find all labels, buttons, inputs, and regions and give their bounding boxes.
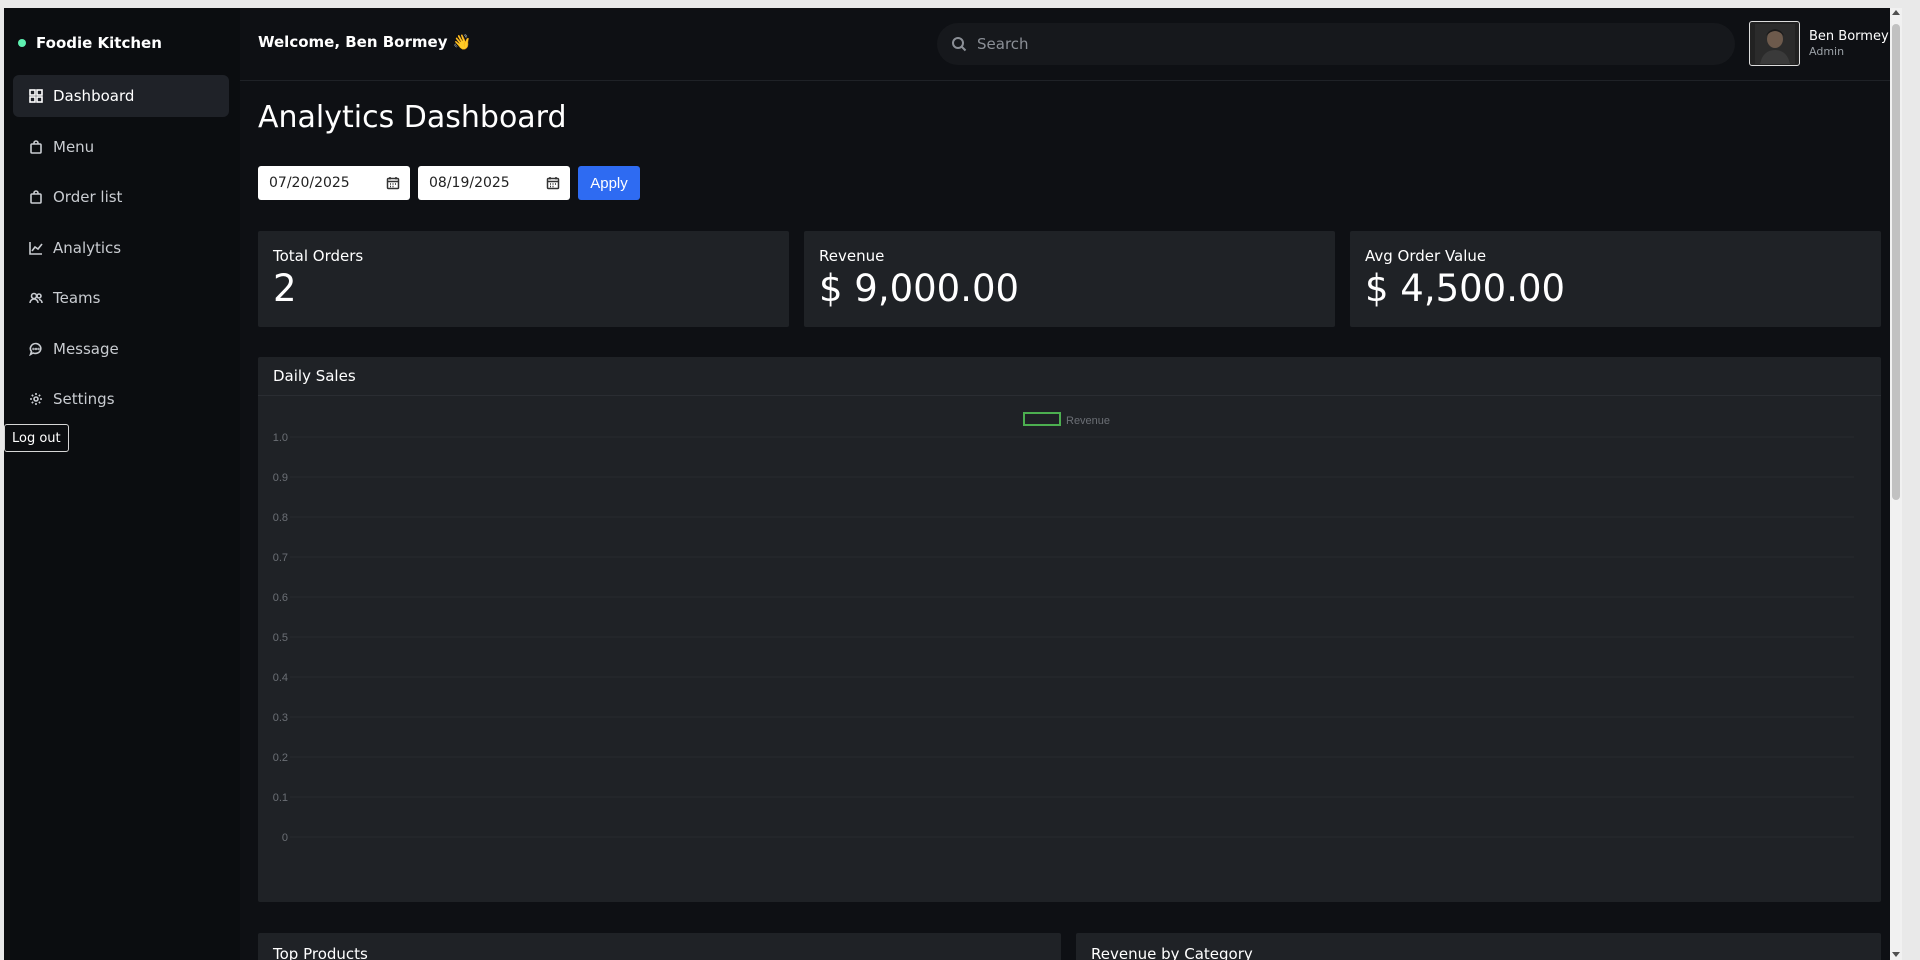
- legend-swatch: [1023, 412, 1061, 426]
- y-tick-label: 0.2: [273, 752, 288, 764]
- revenue-card: Revenue $ 9,000.00: [804, 231, 1335, 327]
- y-tick-label: 0.3: [273, 712, 288, 724]
- card-label: Avg Order Value: [1365, 247, 1487, 265]
- y-tick-label: 0: [282, 832, 288, 844]
- sidebar-item-order-list[interactable]: Order list: [13, 176, 229, 218]
- page-title: Analytics Dashboard: [258, 100, 567, 135]
- card-value: 2: [273, 267, 297, 310]
- avatar[interactable]: [1749, 21, 1800, 66]
- date-filters: 07/20/2025 08/19/2025 Apply: [258, 166, 640, 200]
- app-window: Foodie Kitchen Dashboard Menu Order list…: [4, 8, 1902, 960]
- user-role: Admin: [1809, 45, 1845, 58]
- top-products-panel: Top Products: [258, 933, 1061, 960]
- sidebar-item-label: Dashboard: [53, 87, 135, 105]
- y-tick-label: 1.0: [273, 432, 288, 444]
- y-tick-label: 0.5: [273, 632, 288, 644]
- y-tick-label: 0.7: [273, 552, 288, 564]
- search-icon: [952, 37, 967, 52]
- sidebar-item-label: Teams: [53, 289, 101, 307]
- y-tick-label: 0.9: [273, 472, 288, 484]
- brand: Foodie Kitchen: [18, 34, 162, 52]
- bag-icon: [29, 139, 43, 154]
- daily-sales-chart: 0 0.1 0.2 0.3 0.4 0.5 0.6 0.7 0.8 0.9 1.0 Revenue: [273, 412, 1854, 844]
- avg-order-value-card: Avg Order Value $ 4,500.00: [1350, 231, 1881, 327]
- daily-sales-panel: Daily Sales 0 0.1 0.2 0.3 0.4 0.5 0.6 0.7 0.8 0.9…: [258, 357, 1881, 902]
- sidebar-item-settings[interactable]: Settings: [13, 378, 229, 420]
- sidebar-item-label: Message: [53, 339, 119, 358]
- sidebar-nav: Dashboard Menu Order list Analytics Team…: [13, 75, 229, 429]
- y-tick-label: 0.1: [273, 792, 288, 804]
- brand-dot-icon: [18, 39, 26, 47]
- user-profile[interactable]: Ben Bormey Admin: [1749, 21, 1889, 66]
- sidebar-item-label: Order list: [53, 188, 123, 206]
- panel-title: Top Products: [273, 945, 368, 960]
- panel-title: Daily Sales: [258, 357, 1881, 396]
- sidebar-item-analytics[interactable]: Analytics: [13, 227, 229, 269]
- card-label: Total Orders: [273, 247, 364, 265]
- users-icon: [29, 291, 43, 305]
- panel-title: Revenue by Category: [1091, 945, 1253, 960]
- start-date-input[interactable]: 07/20/2025: [258, 166, 410, 200]
- card-value: $ 9,000.00: [819, 267, 1020, 310]
- search-input[interactable]: [977, 35, 1677, 53]
- search-bar[interactable]: [937, 23, 1735, 65]
- end-date-input[interactable]: 08/19/2025: [418, 166, 570, 200]
- card-label: Revenue: [819, 247, 885, 265]
- sidebar-item-menu[interactable]: Menu: [13, 126, 229, 168]
- grid-icon: [29, 89, 43, 103]
- end-date-value: 08/19/2025: [429, 175, 510, 191]
- revenue-by-category-panel: Revenue by Category: [1076, 933, 1881, 960]
- user-info: Ben Bormey Admin: [1809, 29, 1889, 58]
- logout-button[interactable]: Log out: [4, 424, 69, 452]
- bag-icon: [29, 190, 43, 204]
- calendar-icon[interactable]: [546, 176, 560, 190]
- calendar-icon[interactable]: [386, 176, 400, 190]
- sidebar-item-label: Menu: [53, 137, 95, 156]
- sidebar: Foodie Kitchen Dashboard Menu Order list…: [4, 8, 240, 960]
- sidebar-item-label: Analytics: [53, 238, 122, 257]
- welcome-message: Welcome, Ben Bormey 👋: [258, 33, 472, 51]
- y-tick-label: 0.6: [273, 592, 288, 604]
- stat-cards: Total Orders 2 Revenue $ 9,000.00 Avg Or…: [258, 231, 1881, 327]
- sidebar-item-label: Settings: [53, 390, 115, 408]
- topbar: Welcome, Ben Bormey 👋 Ben Bormey Admin: [240, 8, 1902, 81]
- gear-icon: [29, 392, 43, 406]
- message-icon: [29, 342, 43, 356]
- sidebar-item-teams[interactable]: Teams: [13, 277, 229, 319]
- scroll-down-arrow-icon[interactable]: [1892, 952, 1900, 957]
- sidebar-item-message[interactable]: Message: [13, 328, 229, 370]
- user-avatar-icon: [1754, 23, 1795, 64]
- total-orders-card: Total Orders 2: [258, 231, 789, 327]
- scroll-thumb[interactable]: [1892, 24, 1900, 500]
- legend-label: Revenue: [1066, 415, 1110, 427]
- line-chart-icon: [29, 241, 43, 255]
- scroll-up-arrow-icon[interactable]: [1892, 10, 1900, 15]
- apply-button[interactable]: Apply: [578, 166, 640, 200]
- main-content: Welcome, Ben Bormey 👋 Ben Bormey Admin: [240, 8, 1902, 960]
- user-name: Ben Bormey: [1809, 29, 1889, 44]
- vertical-scrollbar[interactable]: [1890, 8, 1902, 960]
- y-tick-label: 0.8: [273, 512, 288, 524]
- y-tick-label: 0.4: [273, 672, 288, 684]
- brand-name: Foodie Kitchen: [36, 34, 162, 52]
- chart-legend[interactable]: Revenue: [1023, 412, 1110, 427]
- start-date-value: 07/20/2025: [269, 175, 350, 191]
- sidebar-item-dashboard[interactable]: Dashboard: [13, 75, 229, 117]
- card-value: $ 4,500.00: [1365, 267, 1566, 310]
